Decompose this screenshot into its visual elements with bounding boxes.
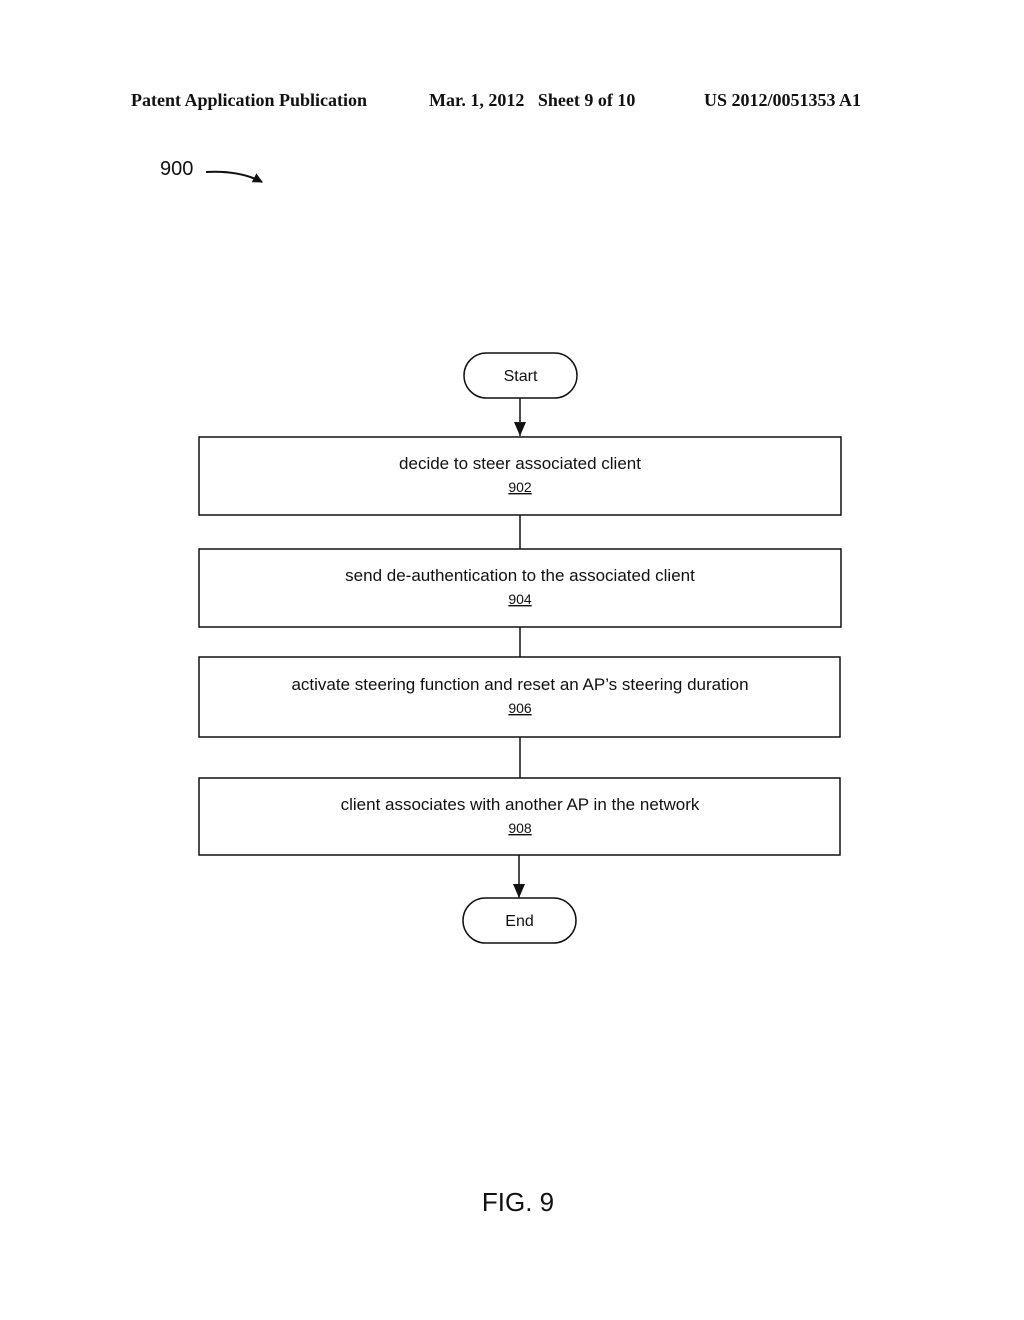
- reference-arrow-icon: [205, 170, 263, 183]
- start-label: Start: [504, 368, 538, 385]
- step-text: decide to steer associated client: [399, 454, 641, 473]
- step-box-902: decide to steer associated client 902: [198, 436, 842, 516]
- step-box-904: send de-authentication to the associated…: [198, 548, 842, 628]
- flowchart: Start decide to steer associated client …: [198, 170, 842, 944]
- step-text: activate steering function and reset an …: [291, 675, 748, 694]
- start-terminal: Start: [463, 352, 578, 399]
- end-terminal: End: [462, 897, 577, 944]
- step-text: client associates with another AP in the…: [341, 795, 700, 814]
- end-label: End: [505, 913, 533, 930]
- step-box-908: client associates with another AP in the…: [198, 777, 841, 856]
- step-ref-number: 904: [508, 591, 532, 607]
- step-text: send de-authentication to the associated…: [345, 566, 695, 585]
- figure-label: FIG. 9: [481, 1187, 555, 1217]
- step-ref-number: 906: [508, 700, 532, 716]
- step-ref-number: 908: [508, 820, 532, 836]
- step-box-906: activate steering function and reset an …: [198, 656, 841, 738]
- step-ref-number: 902: [508, 479, 532, 495]
